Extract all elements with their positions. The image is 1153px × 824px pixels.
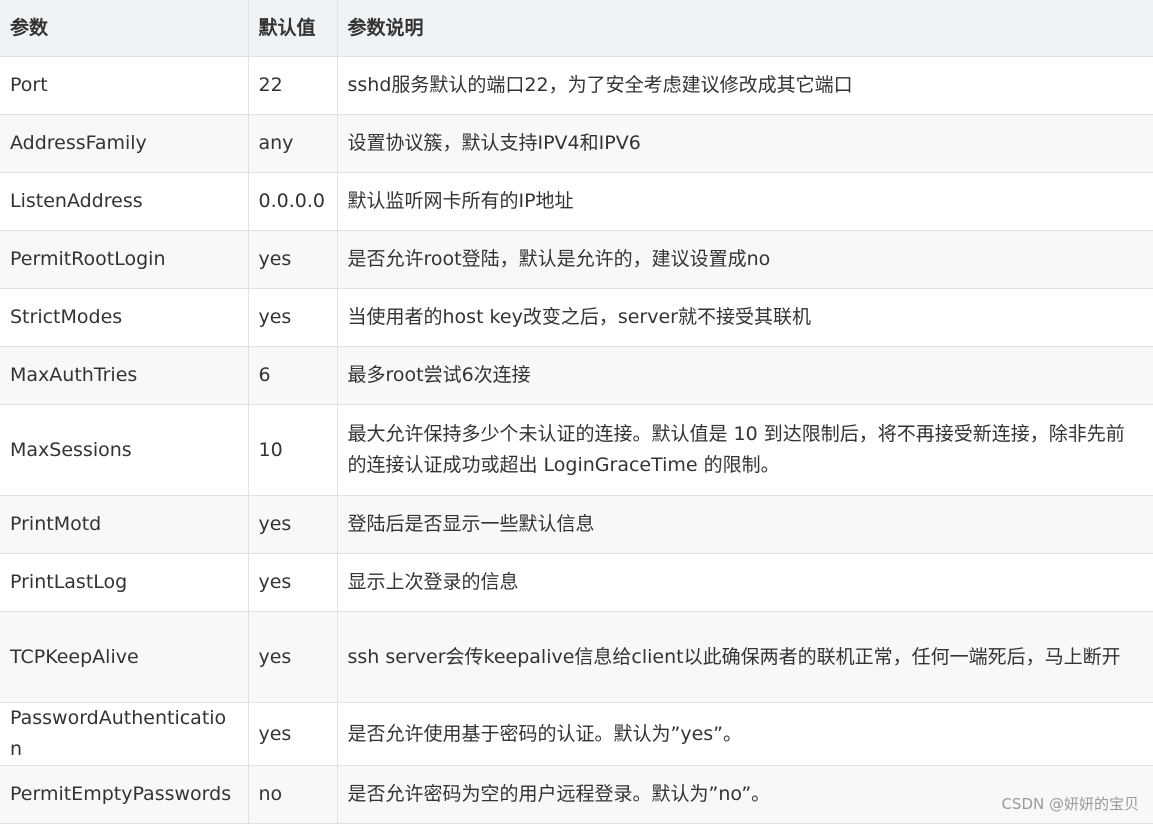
header-default: 默认值 — [248, 0, 338, 57]
param-cell: ListenAddress — [0, 172, 249, 231]
param-cell: PermitRootLogin — [0, 230, 249, 289]
param-cell: TCPKeepAlive — [0, 611, 249, 703]
description-cell: 当使用者的host key改变之后，server就不接受其联机 — [337, 288, 1153, 347]
parameter-table: 参数 默认值 参数说明 Port 22 sshd服务默认的端口22，为了安全考虑… — [0, 0, 1153, 824]
description-cell: 最多root尝试6次连接 — [337, 346, 1153, 405]
header-row: 参数 默认值 参数说明 — [0, 0, 1153, 57]
table-row: MaxSessions 10 最大允许保持多少个未认证的连接。默认值是 10 到… — [0, 404, 1153, 496]
table-row: StrictModes yes 当使用者的host key改变之后，server… — [0, 288, 1153, 347]
description-cell: sshd服务默认的端口22，为了安全考虑建议修改成其它端口 — [337, 56, 1153, 115]
table-row: AddressFamily any 设置协议簇，默认支持IPV4和IPV6 — [0, 114, 1153, 173]
default-cell: 0.0.0.0 — [248, 172, 338, 231]
default-cell: 10 — [248, 404, 338, 496]
param-cell: Port — [0, 56, 249, 115]
param-cell: MaxAuthTries — [0, 346, 249, 405]
table-row: PermitEmptyPasswords no 是否允许密码为空的用户远程登录。… — [0, 765, 1153, 824]
description-cell: 登陆后是否显示一些默认信息 — [337, 495, 1153, 554]
default-cell: 6 — [248, 346, 338, 405]
param-cell: MaxSessions — [0, 404, 249, 496]
default-cell: yes — [248, 495, 338, 554]
description-cell: 显示上次登录的信息 — [337, 553, 1153, 612]
default-cell: no — [248, 765, 338, 824]
description-cell: 是否允许密码为空的用户远程登录。默认为”no”。 — [337, 765, 1153, 824]
table-row: PasswordAuthentication yes 是否允许使用基于密码的认证… — [0, 702, 1153, 766]
table-row: PermitRootLogin yes 是否允许root登陆，默认是允许的，建议… — [0, 230, 1153, 289]
header-param: 参数 — [0, 0, 249, 57]
description-cell: 是否允许使用基于密码的认证。默认为”yes”。 — [337, 702, 1153, 766]
default-cell: yes — [248, 702, 338, 766]
description-cell: 设置协议簇，默认支持IPV4和IPV6 — [337, 114, 1153, 173]
param-cell: PrintMotd — [0, 495, 249, 554]
param-cell: PasswordAuthentication — [0, 702, 249, 766]
param-cell: StrictModes — [0, 288, 249, 347]
default-cell: yes — [248, 288, 338, 347]
table-row: PrintLastLog yes 显示上次登录的信息 — [0, 553, 1153, 612]
header-description: 参数说明 — [337, 0, 1153, 57]
default-cell: 22 — [248, 56, 338, 115]
default-cell: any — [248, 114, 338, 173]
description-cell: 最大允许保持多少个未认证的连接。默认值是 10 到达限制后，将不再接受新连接，除… — [337, 404, 1153, 496]
description-cell: ssh server会传keepalive信息给client以此确保两者的联机正… — [337, 611, 1153, 703]
table-header: 参数 默认值 参数说明 — [0, 0, 1153, 57]
param-cell: AddressFamily — [0, 114, 249, 173]
table-row: ListenAddress 0.0.0.0 默认监听网卡所有的IP地址 — [0, 172, 1153, 231]
table-row: Port 22 sshd服务默认的端口22，为了安全考虑建议修改成其它端口 — [0, 56, 1153, 115]
table-row: PrintMotd yes 登陆后是否显示一些默认信息 — [0, 495, 1153, 554]
param-cell: PermitEmptyPasswords — [0, 765, 249, 824]
default-cell: yes — [248, 230, 338, 289]
default-cell: yes — [248, 553, 338, 612]
param-cell: PrintLastLog — [0, 553, 249, 612]
table-row: MaxAuthTries 6 最多root尝试6次连接 — [0, 346, 1153, 405]
table-row: TCPKeepAlive yes ssh server会传keepalive信息… — [0, 611, 1153, 703]
description-cell: 默认监听网卡所有的IP地址 — [337, 172, 1153, 231]
default-cell: yes — [248, 611, 338, 703]
description-cell: 是否允许root登陆，默认是允许的，建议设置成no — [337, 230, 1153, 289]
table-body: Port 22 sshd服务默认的端口22，为了安全考虑建议修改成其它端口 Ad… — [0, 56, 1153, 824]
